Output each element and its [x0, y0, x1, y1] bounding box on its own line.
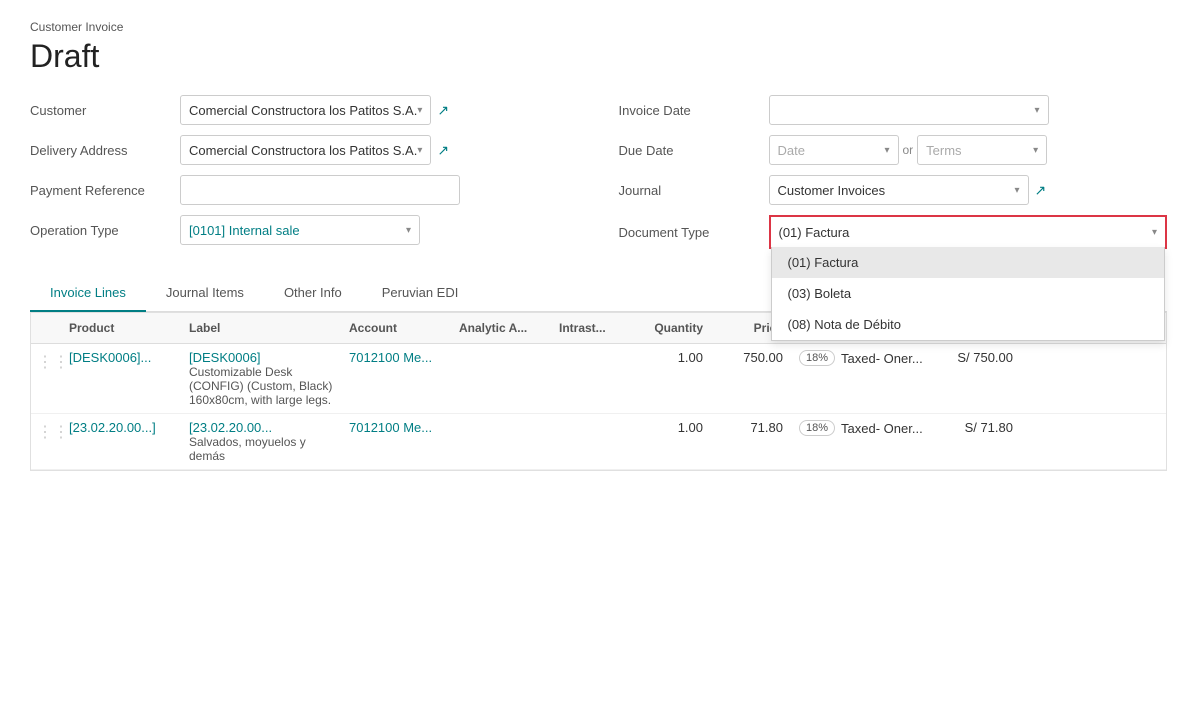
journal-text: Customer Invoices [778, 183, 886, 198]
journal-external-link-icon[interactable]: ↗ [1035, 182, 1047, 199]
row1-tax-label: Taxed- Oner... [841, 351, 923, 366]
row1-product[interactable]: [DESK0006]... [61, 350, 181, 365]
row1-subtotal: S/ 750.00 [931, 350, 1021, 365]
due-date-row: Due Date Date ▾ or Terms ▾ [619, 135, 1168, 165]
row1-label-sub: Customizable Desk (CONFIG) (Custom, Blac… [189, 365, 333, 407]
due-date-arrow: ▾ [884, 145, 889, 156]
row2-product[interactable]: [23.02.20.00...] [61, 420, 181, 435]
terms-arrow: ▾ [1033, 145, 1038, 156]
customer-value: Comercial Constructora los Patitos S.A. … [180, 95, 579, 125]
row1-quantity: 1.00 [631, 350, 711, 365]
dropdown-option-boleta[interactable]: (03) Boleta [772, 278, 1165, 309]
or-text: or [903, 143, 914, 157]
delivery-address-text: Comercial Constructora los Patitos S.A. [189, 143, 417, 158]
customer-label: Customer [30, 103, 180, 118]
th-product: Product [61, 321, 181, 335]
delivery-address-value: Comercial Constructora los Patitos S.A. … [180, 135, 579, 165]
customer-input-text: Comercial Constructora los Patitos S.A. [189, 103, 417, 118]
document-type-value: (01) Factura ▾ (01) Factura (03) Boleta … [769, 215, 1168, 249]
delivery-address-row: Delivery Address Comercial Constructora … [30, 135, 579, 165]
operation-type-text: [0101] Internal sale [189, 223, 300, 238]
journal-input[interactable]: Customer Invoices ▾ [769, 175, 1029, 205]
journal-value: Customer Invoices ▾ ↗ [769, 175, 1168, 205]
th-intrast: Intrast... [551, 321, 631, 335]
payment-ref-label: Payment Reference [30, 183, 180, 198]
row1-tax: 18% Taxed- Oner... [791, 350, 931, 366]
payment-ref-value [180, 175, 579, 205]
document-type-row: Document Type (01) Factura ▾ (01) Factur… [619, 215, 1168, 249]
row2-price: 71.80 [711, 420, 791, 435]
customer-dropdown-arrow: ▾ [417, 105, 422, 116]
payment-ref-input[interactable] [180, 175, 460, 205]
th-account: Account [341, 321, 451, 335]
form-left-col: Customer Comercial Constructora los Pati… [30, 95, 579, 259]
delivery-address-input[interactable]: Comercial Constructora los Patitos S.A. … [180, 135, 431, 165]
tab-invoice-lines[interactable]: Invoice Lines [30, 275, 146, 312]
row2-label: [23.02.20.00... Salvados, moyuelos y dem… [181, 420, 341, 463]
th-label: Label [181, 321, 341, 335]
invoice-date-input[interactable]: ▾ [769, 95, 1049, 125]
tab-other-info[interactable]: Other Info [264, 275, 362, 312]
due-date-value: Date ▾ or Terms ▾ [769, 135, 1168, 165]
invoice-date-row: Invoice Date ▾ [619, 95, 1168, 125]
row2-account[interactable]: 7012100 Me... [341, 420, 451, 435]
operation-type-value: [0101] Internal sale ▾ [180, 215, 579, 245]
invoice-date-value: ▾ [769, 95, 1168, 125]
delivery-address-label: Delivery Address [30, 143, 180, 158]
form-right-col: Invoice Date ▾ Due Date Date ▾ or [619, 95, 1168, 259]
document-type-label: Document Type [619, 225, 769, 240]
customer-external-link-icon[interactable]: ↗ [437, 102, 449, 119]
due-date-placeholder: Date [778, 143, 805, 158]
customer-row: Customer Comercial Constructora los Pati… [30, 95, 579, 125]
document-type-arrow: ▾ [1152, 227, 1157, 238]
th-quantity: Quantity [631, 321, 711, 335]
dropdown-option-factura[interactable]: (01) Factura [772, 247, 1165, 278]
tab-journal-items[interactable]: Journal Items [146, 275, 264, 312]
row1-label: [DESK0006] Customizable Desk (CONFIG) (C… [181, 350, 341, 407]
row1-label-main[interactable]: [DESK0006] [189, 350, 333, 365]
journal-row: Journal Customer Invoices ▾ ↗ [619, 175, 1168, 205]
row2-tax-badge: 18% [799, 420, 835, 436]
journal-arrow: ▾ [1014, 185, 1019, 196]
operation-type-row: Operation Type [0101] Internal sale ▾ [30, 215, 579, 245]
delivery-external-link-icon[interactable]: ↗ [437, 142, 449, 159]
th-analytic: Analytic A... [451, 321, 551, 335]
row2-subtotal: S/ 71.80 [931, 420, 1021, 435]
page-title: Draft [30, 38, 1167, 75]
operation-type-input[interactable]: [0101] Internal sale ▾ [180, 215, 420, 245]
row2-tax-label: Taxed- Oner... [841, 421, 923, 436]
due-date-input[interactable]: Date ▾ [769, 135, 899, 165]
customer-input[interactable]: Comercial Constructora los Patitos S.A. … [180, 95, 431, 125]
document-type-dropdown: (01) Factura (03) Boleta (08) Nota de Dé… [771, 247, 1166, 341]
row1-tax-badge: 18% [799, 350, 835, 366]
row1-account[interactable]: 7012100 Me... [341, 350, 451, 365]
document-type-input[interactable]: (01) Factura ▾ [771, 217, 1166, 247]
invoice-date-label: Invoice Date [619, 103, 769, 118]
due-date-label: Due Date [619, 143, 769, 158]
terms-placeholder: Terms [926, 143, 961, 158]
document-type-text: (01) Factura [779, 225, 850, 240]
payment-ref-row: Payment Reference [30, 175, 579, 205]
delivery-dropdown-arrow: ▾ [417, 145, 422, 156]
row2-label-sub: Salvados, moyuelos y demás [189, 435, 333, 463]
terms-input[interactable]: Terms ▾ [917, 135, 1047, 165]
row2-label-main[interactable]: [23.02.20.00... [189, 420, 333, 435]
operation-type-dropdown-arrow: ▾ [406, 225, 411, 236]
journal-label: Journal [619, 183, 769, 198]
row2-tax: 18% Taxed- Oner... [791, 420, 931, 436]
dropdown-option-nota-debito[interactable]: (08) Nota de Débito [772, 309, 1165, 340]
table-row: ⋮⋮ [DESK0006]... [DESK0006] Customizable… [31, 344, 1166, 414]
row1-price: 750.00 [711, 350, 791, 365]
operation-type-label: Operation Type [30, 223, 180, 238]
table-row: ⋮⋮ [23.02.20.00...] [23.02.20.00... Salv… [31, 414, 1166, 470]
invoice-date-arrow: ▾ [1034, 105, 1039, 116]
row2-quantity: 1.00 [631, 420, 711, 435]
tab-peruvian-edi[interactable]: Peruvian EDI [362, 275, 479, 312]
page-subtitle: Customer Invoice [30, 20, 1167, 34]
